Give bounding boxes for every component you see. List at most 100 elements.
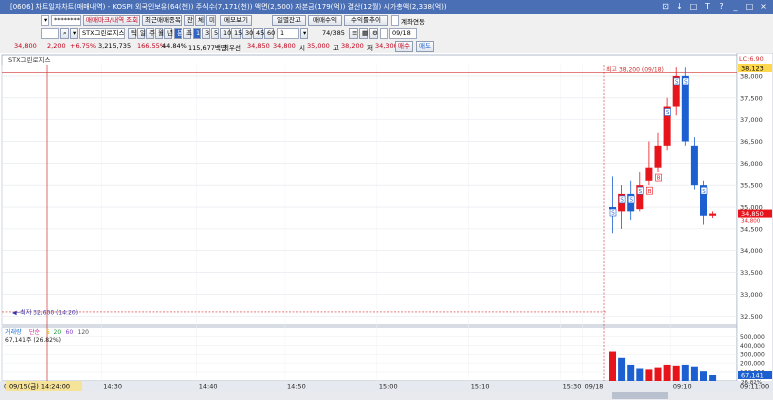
download-icon[interactable]: ↓ (674, 1, 685, 12)
time-tick-label: 14:40 (199, 383, 218, 391)
sell-button[interactable]: 매도 (416, 41, 434, 52)
trade-marker-label: S (675, 80, 679, 86)
best-bid: 34,800 (273, 42, 296, 50)
open-label: 시 (299, 44, 305, 52)
period-tick[interactable]: 틱 (128, 28, 137, 39)
grid-icon[interactable]: ▦ (359, 28, 368, 39)
time-tick-label: 15:30 (563, 383, 582, 391)
date-input[interactable]: 09/18 (389, 28, 417, 39)
current-price-tag-sub: 34,800 (741, 219, 761, 225)
balance-button[interactable]: 잔 (184, 15, 194, 26)
period-minute[interactable]: 분 (174, 28, 183, 39)
high-annotation: 최고 38,200 (09/18) (606, 65, 664, 73)
stock-code-input[interactable] (41, 28, 59, 39)
price-tick-label: 33,000 (740, 291, 763, 299)
trade-profit-button[interactable]: 매매수익 (308, 15, 342, 26)
candle-body (709, 213, 717, 216)
period-day[interactable]: 일 (137, 28, 146, 39)
help-icon[interactable]: ? (716, 1, 727, 12)
quote-bar: 34,800 2,200 +6.75% 3,215,735 166.55% 44… (0, 40, 773, 53)
time-tick-label: 14:30 (103, 383, 122, 391)
trade-mark-button[interactable]: 매매마크/내역 조회 (83, 15, 140, 26)
period-second[interactable]: 초 (183, 28, 192, 39)
scrollbar-thumb (612, 392, 668, 399)
time-tick-label: 09/18 (585, 383, 604, 391)
tick-count-input[interactable]: 1 (277, 28, 299, 39)
low-label: 저 (367, 44, 373, 52)
volume-legend-item: 5 (46, 329, 50, 336)
volume-tick-label: 200,000 (740, 361, 765, 368)
account-dropdown-icon[interactable]: ▾ (41, 15, 49, 26)
price-change: 2,200 (47, 42, 66, 50)
period-year[interactable]: 년 (164, 28, 173, 39)
time-tick-label: 15:00 (379, 383, 398, 391)
candle-body (681, 75, 689, 142)
price-tick-label: 37,500 (740, 94, 763, 102)
volume-bar (645, 369, 653, 381)
interval-45[interactable]: 45 (253, 28, 264, 39)
chart-area[interactable]: STX그린로지스 32.500 33,000 33,500 34,000 34,500 35… (0, 52, 773, 401)
change-rate: +6.75% (70, 42, 97, 50)
trade-marker-label: S (630, 198, 634, 204)
best-label: 최우선 (223, 44, 241, 52)
interval-10[interactable]: 10 (220, 28, 231, 39)
volume-bar (663, 364, 671, 381)
time-tick-label: 15:10 (471, 383, 490, 391)
maximize-icon[interactable]: □ (744, 1, 755, 12)
unexecuted-button[interactable]: 미 (206, 15, 216, 26)
interval-3[interactable]: 3 (202, 28, 210, 39)
high-price: 38,200 (341, 42, 364, 50)
display-count: 74/385 (322, 29, 345, 37)
volume-legend-item: 거래량 (5, 328, 22, 336)
chevron-down-icon[interactable]: ▾ (70, 28, 78, 39)
list-icon[interactable]: ≡ (349, 28, 358, 39)
chart-legend: STX그린로지스 (8, 55, 50, 64)
date-checkbox[interactable] (380, 28, 388, 39)
volume-tick-label: 400,000 (740, 343, 765, 350)
price-tick-label: 36,500 (740, 138, 763, 146)
price-tick-label: 34,500 (740, 225, 763, 233)
interval-60[interactable]: 60 (264, 28, 275, 39)
profit-trend-button[interactable]: 수익률추이 (344, 15, 388, 26)
stock-name-field: STX그린로지스 (79, 28, 125, 39)
interval-30[interactable]: 30 (242, 28, 253, 39)
search-icon[interactable]: ⌕ (60, 28, 69, 39)
high-label: 고 (333, 44, 339, 52)
interval-1[interactable]: 1 (193, 28, 201, 39)
account-link-label: 계좌연동 (401, 18, 425, 26)
pin-icon[interactable]: ⊡ (660, 1, 671, 12)
volume-bar (681, 364, 689, 381)
font-icon[interactable]: T (702, 1, 713, 12)
account-link-checkbox[interactable] (391, 15, 399, 26)
volume-bar (618, 357, 626, 381)
account-password-field[interactable]: ******** (51, 15, 81, 26)
price-tick-label: 38,000 (740, 72, 763, 80)
count-dropdown-icon[interactable]: ▾ (300, 28, 308, 39)
close-icon[interactable]: × (758, 1, 769, 12)
recent-stocks-button[interactable]: 최근매매종목 (142, 15, 182, 26)
window-title: [0606] 차트일자차트(매매내역) - KOSPI 외국인보유(64(천))… (10, 3, 447, 11)
executed-button[interactable]: 체 (195, 15, 205, 26)
volume-bar (672, 365, 680, 381)
low-annotation: ◀─최저 32,600 (14:20) (12, 308, 78, 316)
buy-button[interactable]: 매수 (395, 41, 413, 52)
period-week[interactable]: 주 (146, 28, 155, 39)
period-month[interactable]: 월 (155, 28, 164, 39)
best-ask: 34,850 (247, 42, 270, 50)
volume-tag-label: 67,141 (741, 372, 764, 380)
candlestick-chart[interactable]: STX그린로지스 32.500 33,000 33,500 34,000 34,500 35… (0, 52, 773, 401)
restore-icon[interactable]: □ (688, 1, 699, 12)
daily-balance-button[interactable]: 일별잔고 (272, 15, 306, 26)
trade-amount: 115,677백만 (188, 44, 227, 52)
volume-bar (636, 368, 644, 381)
memo-button[interactable]: 메모보기 (220, 15, 252, 26)
toolbar-stock: ⌕ ▾ STX그린로지스 틱 일 주 월 년 분 초 1 3 5 10 15 3… (0, 27, 773, 40)
settings-gear-icon[interactable]: ⚙ (369, 28, 378, 39)
interval-5[interactable]: 5 (211, 28, 219, 39)
trade-marker-label: S (702, 189, 706, 195)
turnover: 44.84% (162, 42, 187, 50)
toolbar-account: ▾ ******** 매매마크/내역 조회 최근매매종목 잔 체 미 메모보기 … (0, 14, 773, 27)
interval-15[interactable]: 15 (231, 28, 242, 39)
minimize-icon[interactable]: _ (730, 1, 741, 12)
volume-bar (654, 367, 662, 381)
